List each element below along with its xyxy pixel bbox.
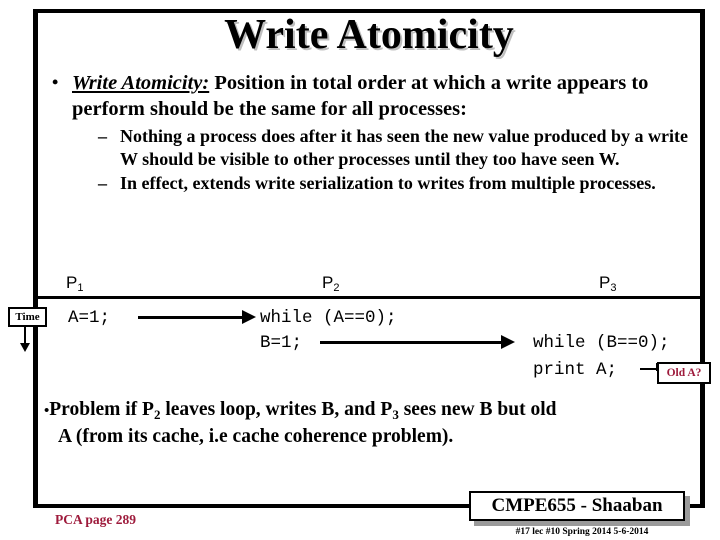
sub-bullet-2-text: In effect, extends write serialization t… — [120, 173, 656, 193]
course-badge: CMPE655 - Shaaban — [469, 491, 685, 521]
slide-body: • Write Atomicity: Position in total ord… — [40, 71, 700, 195]
arrow-right-icon — [138, 310, 256, 324]
diagram-horizontal-rule — [38, 296, 705, 299]
callout-leader-line — [640, 363, 658, 371]
page-title: Write Atomicity — [224, 12, 514, 58]
time-axis-label: Time — [8, 307, 47, 327]
old-a-callout: Old A? — [657, 362, 711, 384]
code-p2-while: while (A==0); — [260, 308, 397, 328]
code-p3-while: while (B==0); — [533, 333, 670, 353]
process-label-p1: P1 — [66, 273, 84, 294]
code-sequence-diagram: A=1; while (A==0); B=1; while (B==0); pr… — [38, 300, 708, 395]
dash-glyph: – — [98, 126, 107, 146]
arrow-right-icon — [320, 335, 515, 349]
bullet-glyph: • — [52, 72, 59, 92]
course-badge-subtext: #17 lec #10 Spring 2014 5-6-2014 — [515, 527, 649, 537]
problem-line1-b: leaves loop, writes B, and P — [160, 399, 393, 420]
dash-glyph: – — [98, 173, 107, 193]
code-p2-write: B=1; — [260, 333, 303, 353]
slide-canvas: Write Atomicity • Write Atomicity: Posit… — [0, 0, 720, 540]
process-label-row: P1 P2 P3 — [38, 273, 702, 295]
code-p1-write: A=1; — [68, 308, 111, 328]
problem-line1-a: Problem if P — [49, 399, 154, 420]
process-label-p3: P3 — [599, 273, 617, 294]
sub-bullet-2: – In effect, extends write serialization… — [98, 172, 700, 195]
problem-sub-2: 2 — [153, 407, 161, 422]
problem-line1-c: sees new B but old — [398, 399, 557, 420]
problem-statement: •Problem if P2 leaves loop, writes B, an… — [44, 397, 694, 449]
sub-bullet-1-text: Nothing a process does after it has seen… — [120, 126, 688, 169]
sub-bullet-list: – Nothing a process does after it has se… — [40, 125, 700, 195]
sub-bullet-1: – Nothing a process does after it has se… — [98, 125, 700, 170]
time-down-arrow-icon — [20, 327, 30, 352]
problem-line2: A (from its cache, i.e cache coherence p… — [58, 426, 454, 447]
problem-sub-3: 3 — [392, 407, 399, 422]
main-bullet-lead: Write Atomicity: — [72, 72, 210, 94]
code-p3-print: print A; — [533, 360, 618, 380]
process-label-p2: P2 — [322, 273, 340, 294]
source-reference: PCA page 289 — [55, 512, 136, 527]
main-bullet: • Write Atomicity: Position in total ord… — [40, 71, 700, 122]
